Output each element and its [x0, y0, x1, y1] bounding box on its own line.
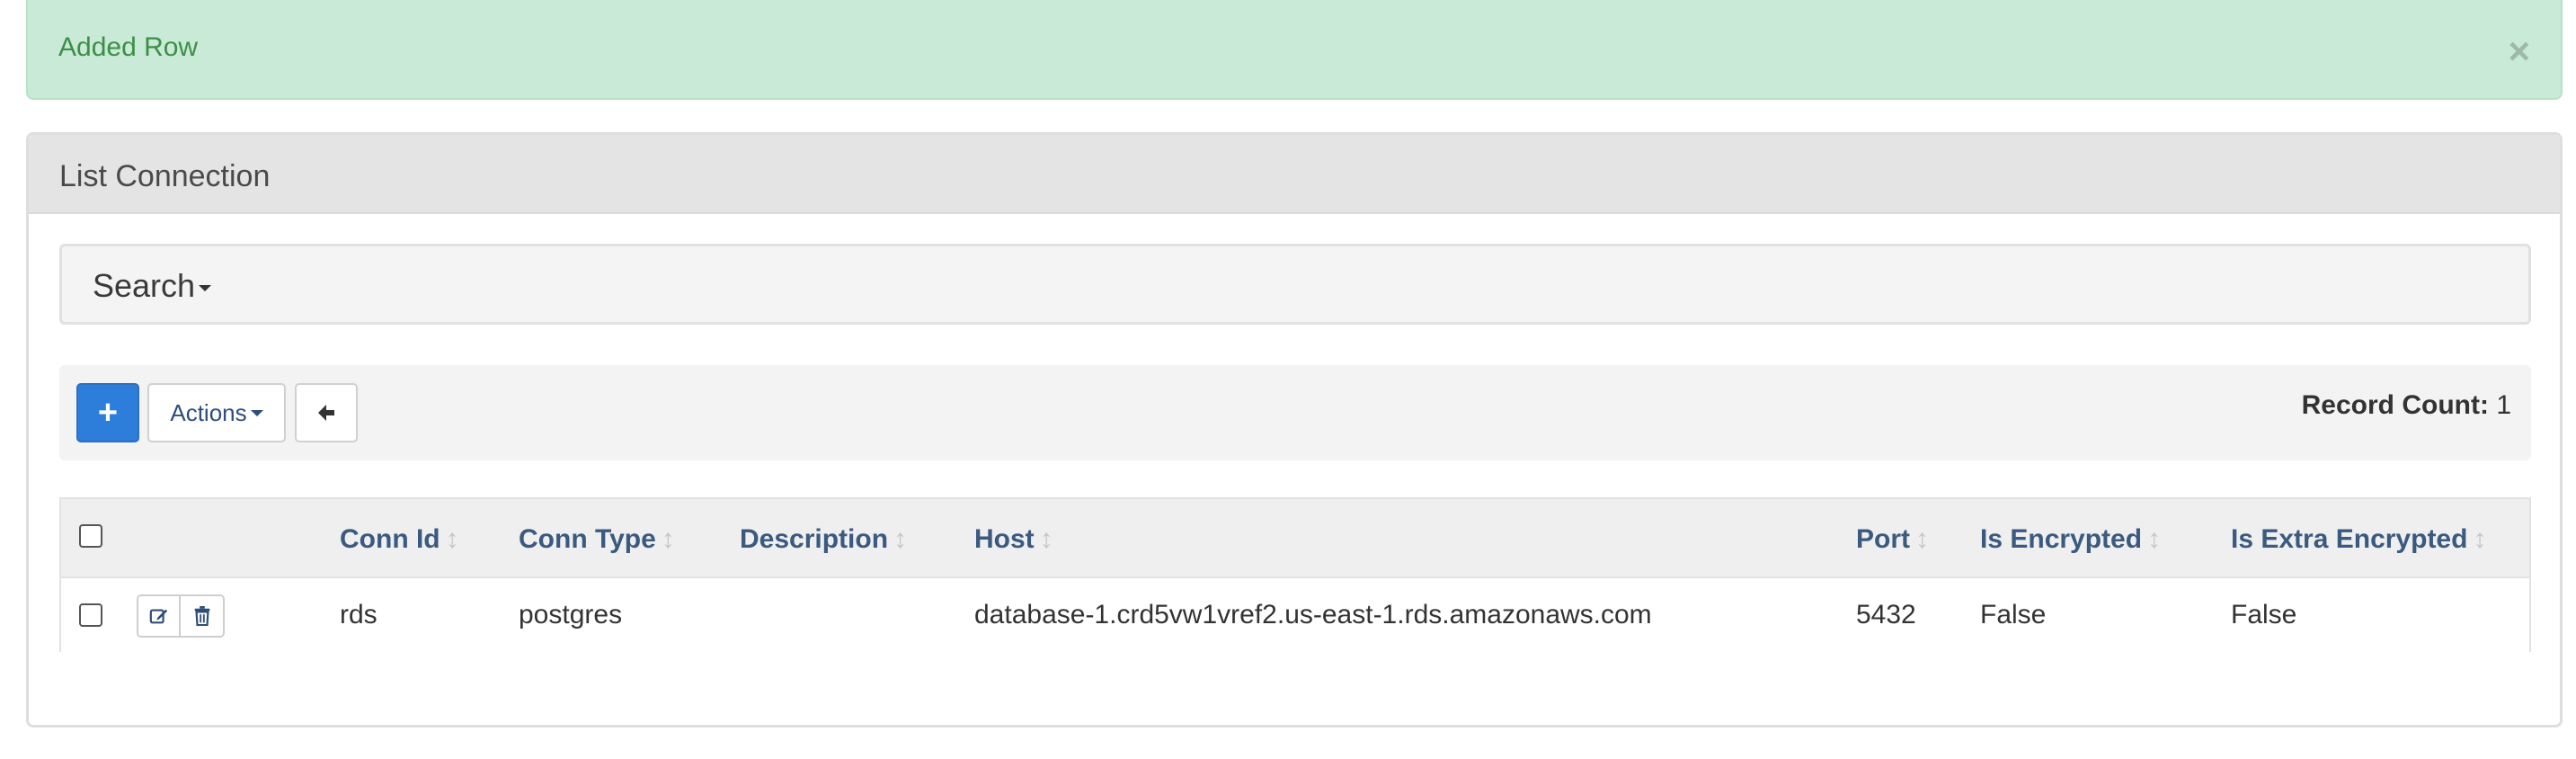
column-header-conn-id[interactable]: Conn Id ↕: [340, 524, 459, 555]
sort-icon: ↕: [2473, 524, 2487, 554]
cell-port: 5432: [1856, 600, 1916, 630]
list-connection-panel: List Connection Search + Actions Record …: [26, 132, 2563, 728]
cell-is-extra-encrypted: False: [2231, 600, 2297, 630]
success-alert: Added Row ×: [26, 0, 2563, 100]
table-row: rds postgres database-1.crd5vw1vref2.us-…: [61, 576, 2529, 652]
column-label: Conn Type: [519, 524, 656, 554]
cell-is-encrypted: False: [1980, 600, 2047, 630]
sort-icon: ↕: [1039, 524, 1053, 554]
panel-heading: List Connection: [29, 135, 2560, 214]
caret-down-icon: [199, 284, 212, 291]
row-actions: [137, 594, 225, 638]
delete-button[interactable]: [181, 596, 223, 636]
record-count-value: 1: [2496, 390, 2511, 420]
column-header-host[interactable]: Host ↕: [974, 524, 1053, 555]
search-toggle[interactable]: Search: [93, 267, 212, 305]
record-count-label: Record Count:: [2301, 390, 2489, 420]
back-button[interactable]: [295, 383, 358, 442]
arrow-left-icon: [318, 405, 334, 421]
column-header-description[interactable]: Description ↕: [740, 524, 907, 555]
search-label: Search: [93, 267, 196, 304]
plus-icon: +: [97, 393, 119, 432]
sort-icon: ↕: [445, 524, 459, 554]
toolbar: + Actions Record Count: 1: [59, 365, 2531, 460]
alert-message: Added Row: [58, 32, 199, 62]
connections-table: Conn Id ↕ Conn Type ↕ Description ↕ Host ↕ P…: [59, 497, 2531, 652]
column-label: Is Extra Encrypted: [2231, 524, 2468, 554]
column-header-port[interactable]: Port ↕: [1856, 524, 1929, 555]
actions-dropdown-button[interactable]: Actions: [147, 383, 286, 442]
search-well: Search: [59, 244, 2531, 325]
sort-icon: ↕: [661, 524, 675, 554]
column-label: Host: [974, 524, 1035, 554]
add-button[interactable]: +: [76, 383, 139, 442]
select-all-checkbox[interactable]: [79, 524, 102, 548]
sort-icon: ↕: [2147, 524, 2162, 554]
column-label: Conn Id: [340, 524, 440, 554]
column-label: Is Encrypted: [1980, 524, 2143, 554]
column-header-is-extra-encrypted[interactable]: Is Extra Encrypted ↕: [2231, 524, 2486, 555]
sort-icon: ↕: [1915, 524, 1929, 554]
column-header-is-encrypted[interactable]: Is Encrypted ↕: [1980, 524, 2161, 555]
cell-conn-id: rds: [340, 600, 378, 630]
trash-icon: [194, 606, 209, 626]
column-label: Description: [740, 524, 889, 554]
row-select-checkbox[interactable]: [79, 603, 102, 627]
column-header-conn-type[interactable]: Conn Type ↕: [519, 524, 675, 555]
actions-label: Actions: [170, 398, 247, 426]
edit-icon: [149, 609, 167, 624]
edit-button[interactable]: [138, 596, 181, 636]
column-label: Port: [1856, 524, 1910, 554]
caret-down-icon: [250, 409, 263, 416]
record-count: Record Count: 1: [2302, 390, 2511, 421]
cell-conn-type: postgres: [519, 600, 623, 630]
close-icon[interactable]: ×: [2508, 32, 2530, 70]
table-header: Conn Id ↕ Conn Type ↕ Description ↕ Host ↕ P…: [61, 499, 2529, 576]
cell-host: database-1.crd5vw1vref2.us-east-1.rds.am…: [974, 600, 1652, 630]
sort-icon: ↕: [893, 524, 908, 554]
page-title: List Connection: [59, 159, 271, 193]
